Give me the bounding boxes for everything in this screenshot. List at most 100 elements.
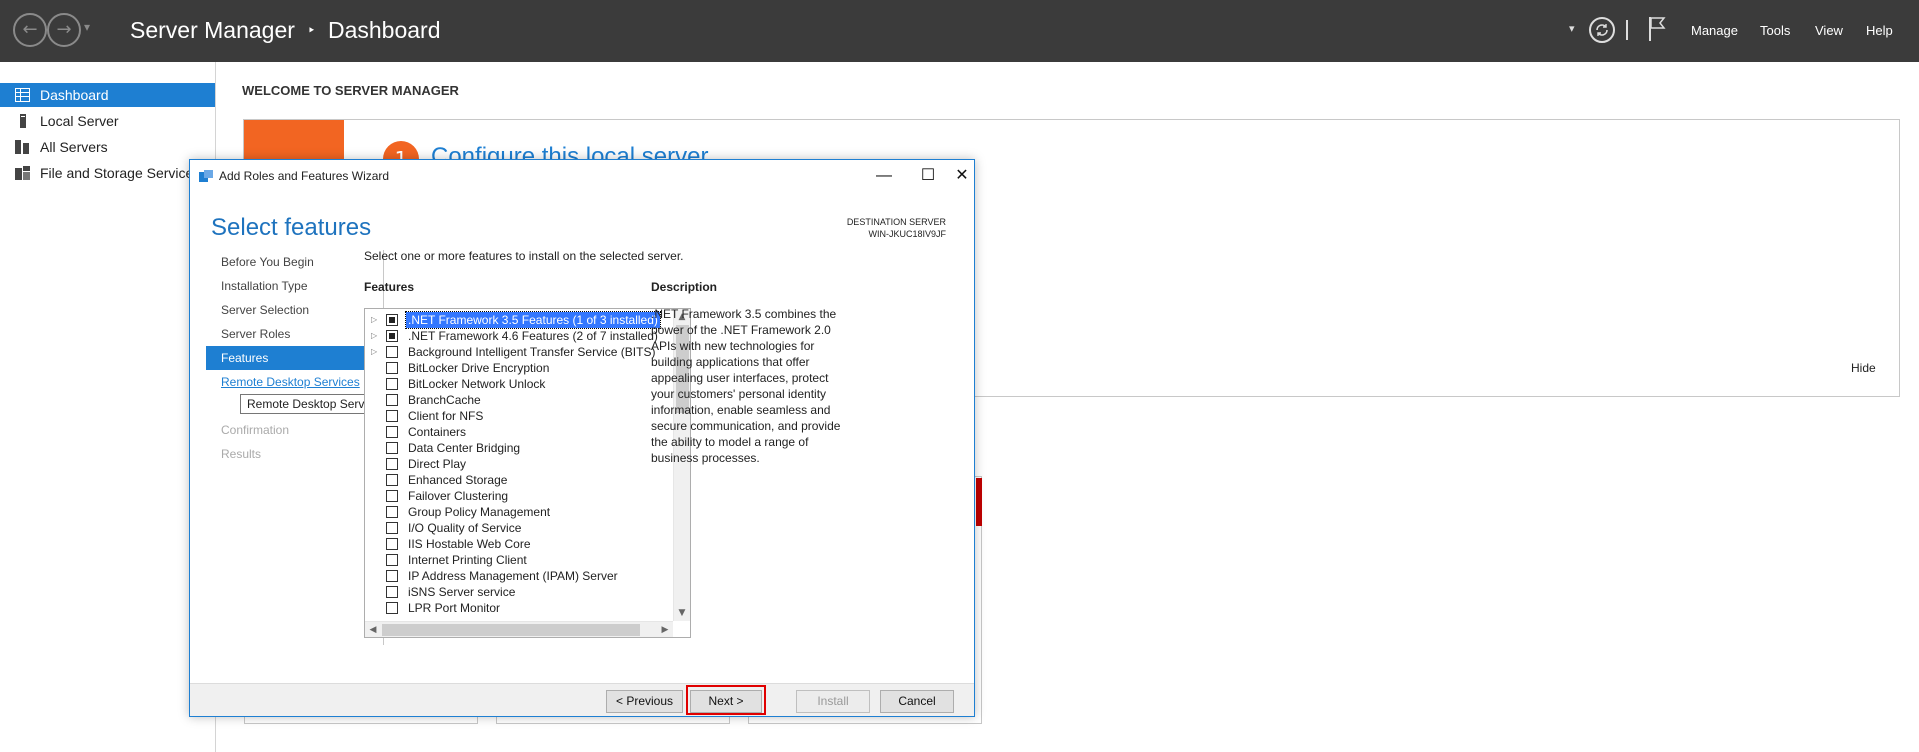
scroll-right-arrow-icon[interactable]: ▶: [657, 622, 673, 637]
servers-icon: [15, 140, 29, 154]
minimize-button[interactable]: —: [862, 165, 906, 187]
menu-view[interactable]: View: [1815, 23, 1843, 38]
storage-icon: [15, 166, 30, 180]
feature-row[interactable]: Containers: [365, 424, 675, 440]
step-results: Results: [221, 447, 262, 461]
feature-row[interactable]: IIS Hostable Web Core: [365, 536, 675, 552]
feature-label: Group Policy Management: [408, 505, 551, 519]
step-installation-type[interactable]: Installation Type: [206, 274, 377, 298]
feature-row[interactable]: Enhanced Storage: [365, 472, 675, 488]
feature-checkbox[interactable]: [386, 570, 398, 582]
feature-checkbox[interactable]: [386, 410, 398, 422]
feature-label: I/O Quality of Service: [408, 521, 522, 535]
features-tree[interactable]: ▷ .NET Framework 3.5 Features (1 of 3 ins…: [364, 308, 691, 638]
sidebar-item-local-server[interactable]: Local Server: [0, 109, 215, 133]
feature-checkbox[interactable]: [386, 378, 398, 390]
feature-row[interactable]: I/O Quality of Service: [365, 520, 675, 536]
feature-checkbox[interactable]: [386, 586, 398, 598]
next-button[interactable]: Next >: [690, 690, 762, 713]
refresh-dropdown-icon[interactable]: ▾: [1569, 22, 1575, 35]
feature-row[interactable]: LPR Port Monitor: [365, 600, 675, 616]
feature-row[interactable]: BranchCache: [365, 392, 675, 408]
sidebar-item-label: Local Server: [40, 113, 119, 129]
feature-row[interactable]: Failover Clustering: [365, 488, 675, 504]
step-before-you-begin[interactable]: Before You Begin: [206, 250, 377, 274]
feature-row[interactable]: ▷ .NET Framework 3.5 Features (1 of 3 ins…: [365, 311, 675, 329]
feature-checkbox[interactable]: [386, 522, 398, 534]
step-remote-desktop-services[interactable]: Remote Desktop Services: [206, 370, 377, 394]
refresh-icon[interactable]: [1589, 17, 1615, 43]
step-confirmation: Confirmation: [221, 423, 290, 437]
menu-manage[interactable]: Manage: [1691, 23, 1738, 38]
feature-row[interactable]: BitLocker Drive Encryption: [365, 360, 675, 376]
feature-label: .NET Framework 3.5 Features (1 of 3 inst…: [405, 311, 661, 329]
feature-checkbox[interactable]: [386, 474, 398, 486]
feature-checkbox[interactable]: [386, 538, 398, 550]
expand-arrow-icon[interactable]: ▷: [371, 344, 381, 360]
feature-row[interactable]: Direct Play: [365, 456, 675, 472]
page-title: Dashboard: [327, 17, 441, 43]
hide-link[interactable]: Hide: [1851, 361, 1876, 375]
wizard-dialog: Add Roles and Features Wizard — ☐ ✕ Sele…: [189, 159, 975, 717]
feature-label: BitLocker Network Unlock: [408, 377, 546, 391]
sidebar-item-file-storage[interactable]: File and Storage Services: [0, 161, 215, 185]
step-server-selection[interactable]: Server Selection: [206, 298, 377, 322]
menu-tools[interactable]: Tools: [1760, 23, 1790, 38]
scroll-left-arrow-icon[interactable]: ◀: [365, 622, 381, 637]
sidebar-item-label: All Servers: [40, 139, 108, 155]
sidebar-item-label: File and Storage Services: [40, 165, 201, 181]
feature-checkbox[interactable]: [386, 490, 398, 502]
feature-label: Direct Play: [408, 457, 467, 471]
feature-checkbox[interactable]: [386, 394, 398, 406]
feature-checkbox[interactable]: [386, 330, 398, 342]
feature-row[interactable]: ▷ Background Intelligent Transfer Service…: [365, 344, 675, 360]
feature-label: Data Center Bridging: [408, 441, 521, 455]
previous-button[interactable]: < Previous: [606, 690, 683, 713]
feature-checkbox[interactable]: [386, 314, 398, 326]
feature-row[interactable]: BitLocker Network Unlock: [365, 376, 675, 392]
wizard-heading: Select features: [211, 214, 372, 241]
feature-row[interactable]: Client for NFS: [365, 408, 675, 424]
feature-row[interactable]: IP Address Management (IPAM) Server: [365, 568, 675, 584]
feature-label: Enhanced Storage: [408, 473, 508, 487]
instruction-text: Select one or more features to install o…: [364, 249, 684, 263]
dashboard-icon: [15, 88, 30, 102]
horizontal-scroll-thumb[interactable]: [382, 624, 640, 636]
sidebar-item-all-servers[interactable]: All Servers: [0, 135, 215, 159]
sidebar: Dashboard Local Server All Servers File …: [0, 62, 216, 752]
back-button[interactable]: ←: [13, 13, 47, 47]
close-button[interactable]: ✕: [950, 165, 974, 187]
feature-checkbox[interactable]: [386, 554, 398, 566]
feature-checkbox[interactable]: [386, 426, 398, 438]
horizontal-scrollbar[interactable]: ◀ ▶: [365, 621, 673, 637]
sidebar-item-dashboard[interactable]: Dashboard: [0, 83, 215, 107]
menu-help[interactable]: Help: [1866, 23, 1893, 38]
feature-checkbox[interactable]: [386, 602, 398, 614]
features-label: Features: [364, 280, 415, 294]
feature-checkbox[interactable]: [386, 346, 398, 358]
description-label: Description: [651, 280, 718, 294]
step-server-roles[interactable]: Server Roles: [206, 322, 377, 346]
feature-row[interactable]: Internet Printing Client: [365, 552, 675, 568]
feature-label: Internet Printing Client: [408, 553, 527, 567]
maximize-button[interactable]: ☐: [906, 165, 950, 187]
feature-checkbox[interactable]: [386, 506, 398, 518]
feature-label: Background Intelligent Transfer Service …: [408, 345, 656, 359]
forward-button[interactable]: →: [47, 13, 81, 47]
feature-checkbox[interactable]: [386, 442, 398, 454]
expand-arrow-icon[interactable]: ▷: [371, 312, 381, 328]
feature-row[interactable]: Group Policy Management: [365, 504, 675, 520]
nav-history-dropdown-icon[interactable]: ▾: [84, 20, 90, 34]
feature-row[interactable]: Data Center Bridging: [365, 440, 675, 456]
step-features[interactable]: Features: [206, 346, 377, 370]
feature-row[interactable]: iSNS Server service: [365, 584, 675, 600]
feature-checkbox[interactable]: [386, 362, 398, 374]
feature-row[interactable]: ▷ .NET Framework 4.6 Features (2 of 7 ins…: [365, 328, 675, 344]
expand-arrow-icon[interactable]: ▷: [371, 328, 381, 344]
scroll-down-arrow-icon[interactable]: ▼: [674, 605, 690, 621]
feature-checkbox[interactable]: [386, 458, 398, 470]
app-title: Server Manager: [130, 17, 295, 43]
destination-server: WIN-JKUC18IV9JF: [868, 229, 946, 239]
notifications-flag-icon[interactable]: [1648, 16, 1666, 46]
cancel-button[interactable]: Cancel: [880, 690, 954, 713]
